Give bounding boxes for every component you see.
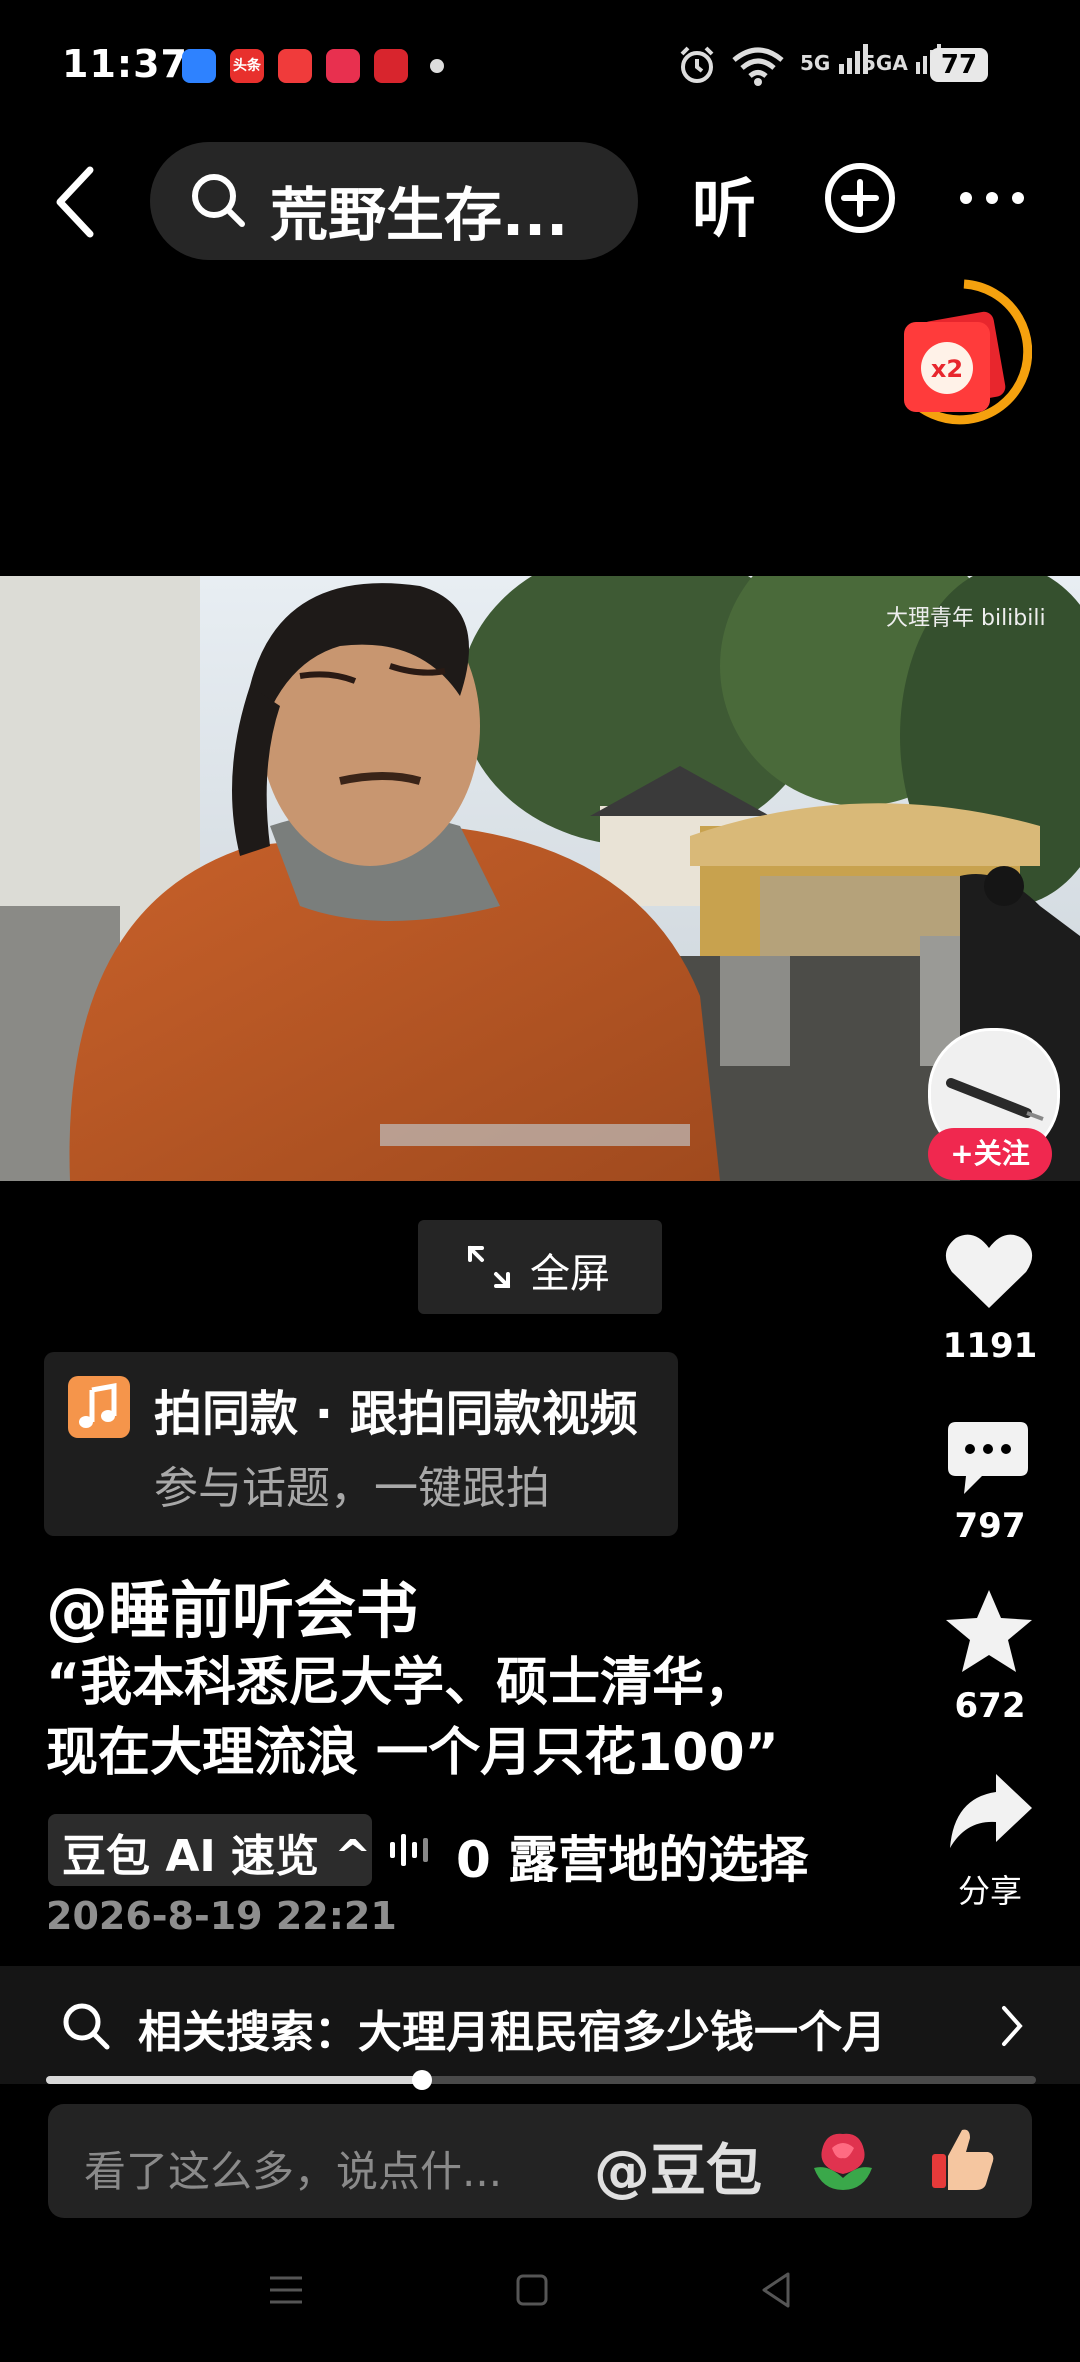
signal-5ga: 5GA bbox=[862, 42, 941, 86]
bank-app-icon bbox=[374, 49, 408, 83]
related-search-label: 相关搜索：大理月租民宿多少钱一个月 bbox=[138, 2007, 886, 2058]
red-packet-button[interactable]: x2 bbox=[896, 278, 1032, 438]
search-icon bbox=[63, 2003, 110, 2050]
author-name[interactable]: @睡前听会书 bbox=[46, 1560, 418, 1650]
home-nav-button[interactable] bbox=[512, 2270, 552, 2310]
pet-app-icon bbox=[326, 49, 360, 83]
video-watermark: 大理青年 bilibili bbox=[886, 606, 1046, 631]
signal-5g: 5G bbox=[800, 42, 871, 86]
expand-icon bbox=[468, 1246, 510, 1288]
shoot-same-title: 拍同款 · 跟拍同款视频 bbox=[154, 1386, 638, 1442]
back-nav-button[interactable] bbox=[756, 2270, 796, 2310]
ai-summary-label: 豆包 AI 速览 ^ bbox=[62, 1831, 372, 1882]
shoot-same-subtitle: 参与话题，一键跟拍 bbox=[154, 1463, 550, 1514]
comment-input-placeholder[interactable]: 看了这么多，说点什... bbox=[84, 2138, 502, 2199]
mention-doubao-button[interactable]: @豆包 bbox=[594, 2126, 762, 2207]
clock: 11:37 bbox=[62, 42, 188, 86]
toutiao-app-icon: 头条 bbox=[230, 49, 264, 83]
search-icon bbox=[192, 174, 245, 227]
music-note-glyph bbox=[79, 1383, 117, 1428]
favorite-count: 672 bbox=[954, 1686, 1026, 1726]
add-icon[interactable] bbox=[822, 160, 898, 236]
description-line-2: 现在大理流浪 一个月只花100” bbox=[46, 1723, 779, 1783]
signal-5ga-label: 5GA bbox=[862, 51, 908, 75]
ai-summary-marquee: 0 露营地的选择 bbox=[456, 1831, 809, 1889]
more-icon[interactable] bbox=[958, 186, 1026, 210]
music-note-icon bbox=[68, 1376, 130, 1438]
follow-button[interactable]: +关注 bbox=[928, 1128, 1052, 1180]
video-progress-fill bbox=[46, 2076, 422, 2084]
share-label: 分享 bbox=[957, 1872, 1022, 1910]
comment-count: 797 bbox=[954, 1506, 1026, 1546]
rose-icon[interactable] bbox=[808, 2128, 878, 2194]
more-notifications-dot bbox=[430, 59, 444, 73]
signal-5g-label: 5G bbox=[800, 51, 831, 75]
wifi-icon bbox=[732, 47, 784, 86]
video-frame bbox=[0, 576, 1080, 1181]
alarm-icon bbox=[680, 46, 714, 83]
fullscreen-label: 全屏 bbox=[530, 1251, 610, 1297]
share-button[interactable] bbox=[946, 1772, 1034, 1852]
description-line-1: “我本科悉尼大学、硕士清华， bbox=[46, 1653, 757, 1713]
search-query: 荒野生存... bbox=[270, 181, 569, 249]
like-button[interactable] bbox=[944, 1232, 1034, 1312]
thumbs-up-icon[interactable] bbox=[928, 2124, 998, 2194]
post-description: “我本科悉尼大学、硕士清华， 现在大理流浪 一个月只花100” bbox=[46, 1648, 779, 1788]
video-player[interactable] bbox=[0, 576, 1080, 1181]
menu-nav-button[interactable] bbox=[266, 2270, 306, 2310]
battery-indicator: 77 bbox=[930, 48, 988, 82]
video-progress-handle[interactable] bbox=[412, 2070, 432, 2090]
red-packet-multiplier: x2 bbox=[931, 355, 963, 383]
like-count: 1191 bbox=[942, 1326, 1038, 1366]
browser-app-icon bbox=[182, 49, 216, 83]
post-date: 2026-8-19 22:21 bbox=[46, 1894, 397, 1938]
listen-button[interactable]: 听 bbox=[692, 158, 756, 250]
chevron-right-icon bbox=[1002, 2006, 1023, 2046]
audio-wave-icon bbox=[390, 1834, 428, 1866]
back-button[interactable] bbox=[50, 164, 100, 240]
comment-button[interactable] bbox=[946, 1418, 1030, 1498]
favorite-button[interactable] bbox=[944, 1588, 1034, 1674]
video-app-icon bbox=[278, 49, 312, 83]
